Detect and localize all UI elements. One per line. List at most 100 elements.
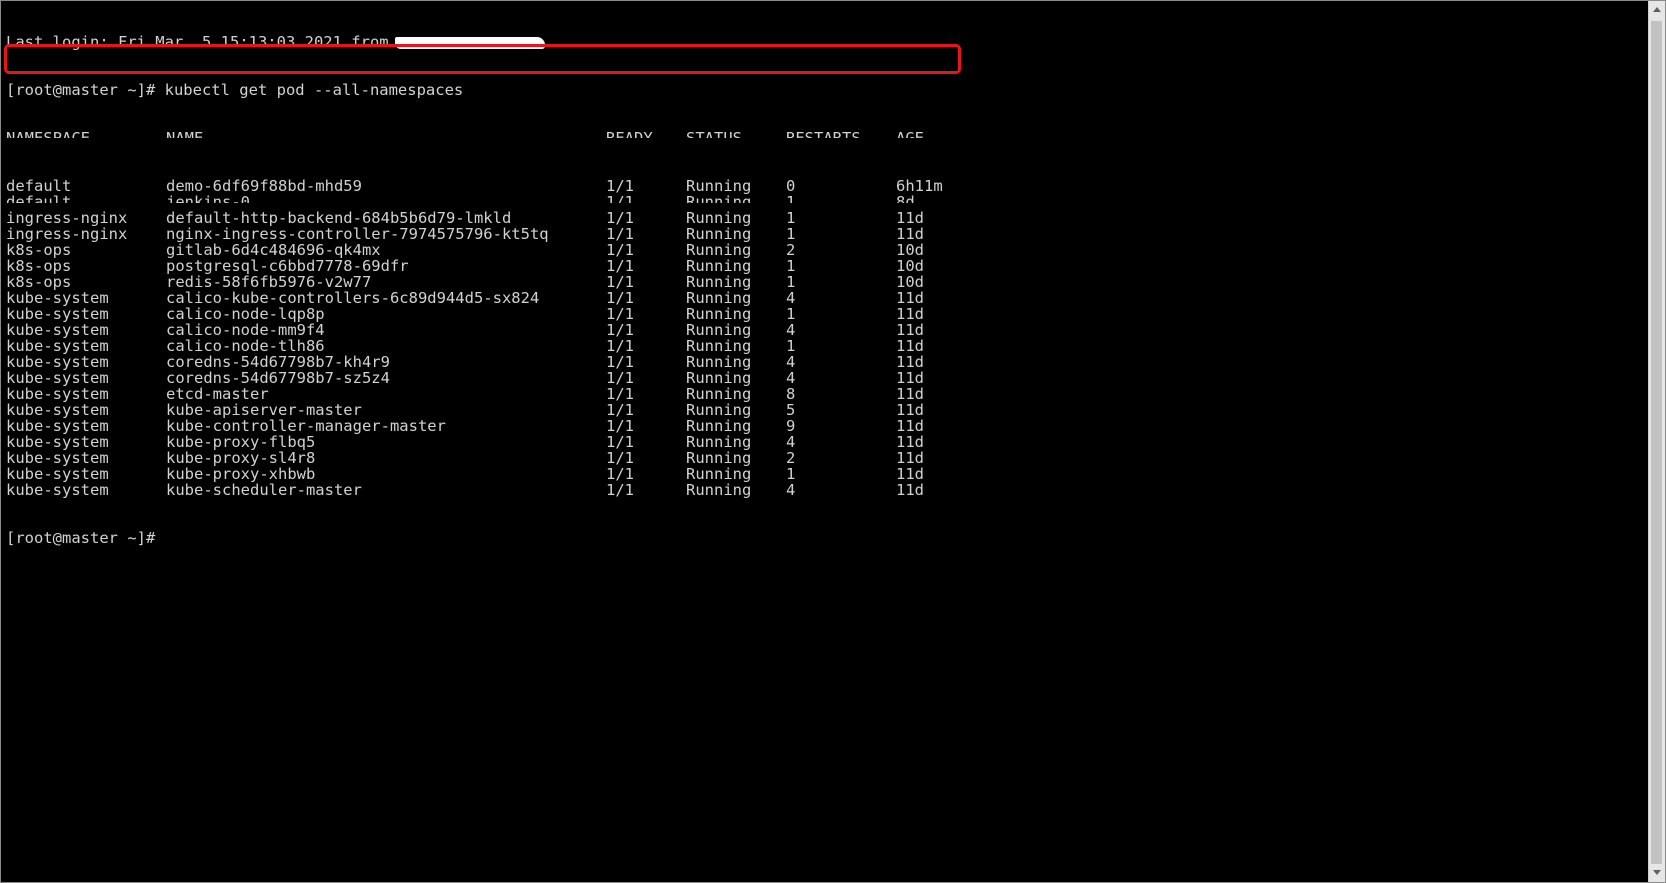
pod-ready-cell: 1/1 [606, 401, 634, 419]
pod-restarts-cell: 0 [786, 177, 796, 195]
table-row: kube-system kube-proxy-flbq5 1/1 Running 4 11… [6, 434, 1638, 450]
pod-name-cell: calico-node-mm9f4 [166, 321, 325, 339]
scroll-up-button[interactable] [1649, 1, 1665, 19]
pod-ready-cell: 1/1 [606, 353, 634, 371]
table-row: ingress-nginx nginx-ingress-controller-79… [6, 226, 1638, 242]
header-status: STATUS [686, 129, 742, 147]
pod-status-cell: Running [686, 273, 752, 291]
table-row: default jenkins-0 1/1 Running 1 8d [6, 194, 1638, 210]
pod-age-cell: 8d [896, 193, 915, 211]
pod-namespace-cell: kube-system [6, 481, 109, 499]
pod-name-cell: nginx-ingress-controller-7974575796-kt5t… [166, 225, 549, 243]
pod-status-cell: Running [686, 321, 752, 339]
pod-ready-cell: 1/1 [606, 225, 634, 243]
pod-ready-cell: 1/1 [606, 385, 634, 403]
header-namespace: NAMESPACE [6, 129, 90, 147]
pod-age-cell: 11d [896, 369, 924, 387]
pod-age-cell: 11d [896, 433, 924, 451]
pod-status-cell: Running [686, 225, 752, 243]
table-row: kube-system kube-apiserver-master 1/1 Runni… [6, 402, 1638, 418]
pod-restarts-cell: 1 [786, 337, 796, 355]
pod-ready-cell: 1/1 [606, 177, 634, 195]
scroll-down-button[interactable] [1649, 864, 1665, 882]
pod-age-cell: 11d [896, 225, 924, 243]
pod-name-cell: calico-node-lqp8p [166, 305, 325, 323]
table-row: kube-system coredns-54d67798b7-kh4r9 1/1 Ru… [6, 354, 1638, 370]
pod-restarts-cell: 9 [786, 417, 796, 435]
vertical-scrollbar[interactable] [1648, 1, 1665, 882]
pod-ready-cell: 1/1 [606, 193, 634, 211]
table-row: k8s-ops redis-58f6fb5976-v2w77 1/1 Running 1… [6, 274, 1638, 290]
pod-name-cell: default-http-backend-684b5b6d79-lmkld [166, 209, 512, 227]
pod-restarts-cell: 4 [786, 289, 796, 307]
pod-age-cell: 11d [896, 417, 924, 435]
pod-restarts-cell: 2 [786, 449, 796, 467]
header-restarts: RESTARTS [786, 129, 861, 147]
table-row: ingress-nginx default-http-backend-684b5b… [6, 210, 1638, 226]
pod-restarts-cell: 1 [786, 225, 796, 243]
pod-status-cell: Running [686, 177, 752, 195]
header-age: AGE [896, 129, 924, 147]
final-prompt: [root@master ~]# [6, 529, 156, 547]
pod-restarts-cell: 4 [786, 481, 796, 499]
pod-status-cell: Running [686, 305, 752, 323]
pod-name-cell: jenkins-0 [166, 193, 250, 211]
pod-ready-cell: 1/1 [606, 257, 634, 275]
pod-status-cell: Running [686, 193, 752, 211]
pod-status-cell: Running [686, 401, 752, 419]
pod-namespace-cell: kube-system [6, 353, 109, 371]
pod-age-cell: 11d [896, 481, 924, 499]
pod-namespace-cell: ingress-nginx [6, 209, 128, 227]
pod-name-cell: kube-proxy-flbq5 [166, 433, 316, 451]
pod-status-cell: Running [686, 481, 752, 499]
pod-status-cell: Running [686, 353, 752, 371]
pod-name-cell: demo-6df69f88bd-mhd59 [166, 177, 362, 195]
table-row: k8s-ops gitlab-6d4c484696-qk4mx 1/1 Running… [6, 242, 1638, 258]
pod-status-cell: Running [686, 241, 752, 259]
pod-status-cell: Running [686, 385, 752, 403]
pod-restarts-cell: 1 [786, 193, 796, 211]
pod-namespace-cell: k8s-ops [6, 273, 72, 291]
pod-restarts-cell: 4 [786, 321, 796, 339]
table-row: kube-system etcd-master 1/1 Running 8 11d [6, 386, 1638, 402]
pod-ready-cell: 1/1 [606, 449, 634, 467]
table-row: kube-system calico-node-lqp8p 1/1 Running 1 1… [6, 306, 1638, 322]
pod-restarts-cell: 4 [786, 369, 796, 387]
header-name: NAME [166, 129, 204, 147]
table-row: kube-system calico-node-tlh86 1/1 Running 1 1… [6, 338, 1638, 354]
pod-namespace-cell: k8s-ops [6, 241, 72, 259]
pod-restarts-cell: 8 [786, 385, 796, 403]
pod-status-cell: Running [686, 369, 752, 387]
pod-ready-cell: 1/1 [606, 465, 634, 483]
pod-restarts-cell: 5 [786, 401, 796, 419]
pod-ready-cell: 1/1 [606, 273, 634, 291]
pod-age-cell: 11d [896, 401, 924, 419]
pod-name-cell: calico-node-tlh86 [166, 337, 325, 355]
pod-status-cell: Running [686, 465, 752, 483]
pod-age-cell: 10d [896, 241, 924, 259]
pod-namespace-cell: kube-system [6, 321, 109, 339]
pod-ready-cell: 1/1 [606, 369, 634, 387]
pod-status-cell: Running [686, 257, 752, 275]
pod-status-cell: Running [686, 417, 752, 435]
terminal-output[interactable]: Last login: Fri Mar 5 15:13:03 2021 from… [6, 2, 1638, 880]
pod-name-cell: redis-58f6fb5976-v2w77 [166, 273, 372, 291]
pod-restarts-cell: 1 [786, 257, 796, 275]
table-row: kube-system kube-scheduler-master 1/1 Runni… [6, 482, 1638, 498]
pod-name-cell: kube-proxy-sl4r8 [166, 449, 316, 467]
pod-table-body: default demo-6df69f88bd-mhd59 1/1 Running 0 6… [6, 178, 1638, 498]
table-row: kube-system kube-proxy-sl4r8 1/1 Running 2 11… [6, 450, 1638, 466]
pod-restarts-cell: 1 [786, 209, 796, 227]
table-row: kube-system kube-proxy-xhbwb 1/1 Running 1 11… [6, 466, 1638, 482]
pod-namespace-cell: kube-system [6, 385, 109, 403]
pod-restarts-cell: 4 [786, 353, 796, 371]
pod-status-cell: Running [686, 209, 752, 227]
terminal-window[interactable]: Last login: Fri Mar 5 15:13:03 2021 from… [0, 0, 1666, 883]
pod-namespace-cell: kube-system [6, 369, 109, 387]
pod-restarts-cell: 1 [786, 305, 796, 323]
pod-namespace-cell: k8s-ops [6, 257, 72, 275]
pod-namespace-cell: default [6, 193, 72, 211]
table-row: k8s-ops postgresql-c6bbd7778-69dfr 1/1 Runn… [6, 258, 1638, 274]
pod-restarts-cell: 1 [786, 465, 796, 483]
scroll-thumb[interactable] [1651, 21, 1662, 864]
